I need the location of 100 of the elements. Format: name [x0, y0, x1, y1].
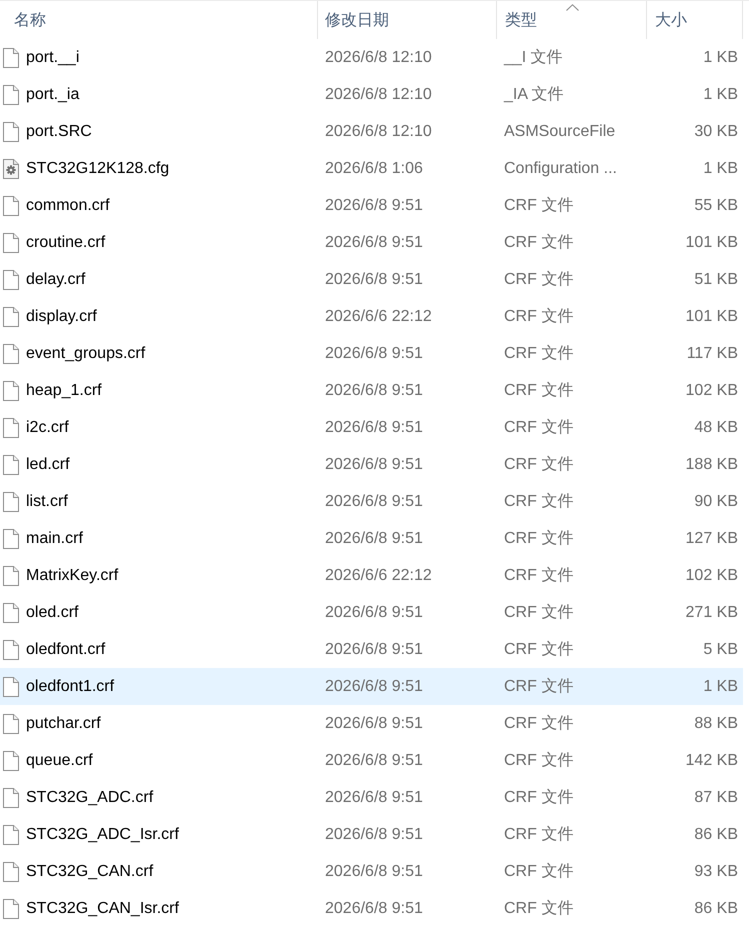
file-size: 102 KB: [686, 382, 739, 400]
modified-date: 2026/6/8 9:51: [324, 900, 423, 918]
file-name: main.crf: [26, 530, 83, 548]
file-size: 88 KB: [694, 714, 739, 732]
file-type: CRF 文件: [503, 714, 574, 734]
modified-date: 2026/6/8 9:51: [324, 640, 423, 658]
file-icon: [3, 788, 19, 808]
file-name: STC32G_ADC_Isr.crf: [26, 826, 179, 844]
modified-date: 2026/6/8 9:51: [324, 752, 423, 770]
modified-date: 2026/6/8 12:10: [324, 122, 432, 140]
modified-date: 2026/6/8 9:51: [324, 344, 423, 362]
file-type: CRF 文件: [503, 344, 574, 364]
file-type: __I 文件: [502, 48, 563, 68]
file-icon: [3, 750, 19, 770]
file-size: 1 KB: [703, 48, 739, 66]
file-row[interactable]: oledfont1.crf 2026/6/8 9:51 CRF 文件 1 KB: [0, 668, 743, 705]
file-type: _IA 文件: [502, 84, 564, 105]
column-header[interactable]: 大小: [647, 1, 743, 39]
file-type: CRF 文件: [503, 306, 574, 327]
file-name: i2c.crf: [26, 418, 69, 436]
file-name: heap_1.crf: [26, 382, 102, 400]
file-row[interactable]: STC32G_CAN.crf 2026/6/8 9:51 CRF 文件 93 KB: [0, 853, 743, 890]
file-icon: [3, 640, 19, 660]
file-name: queue.crf: [26, 752, 93, 770]
modified-date: 2026/6/8 9:51: [324, 196, 423, 214]
modified-date: 2026/6/8 9:51: [324, 418, 423, 436]
modified-date: 2026/6/6 22:12: [324, 308, 432, 326]
file-name: delay.crf: [26, 270, 86, 288]
file-row[interactable]: MatrixKey.crf 2026/6/6 22:12 CRF 文件 102 KB: [0, 557, 743, 594]
file-size: 90 KB: [694, 492, 739, 510]
file-size: 101 KB: [686, 234, 739, 252]
file-row[interactable]: main.crf 2026/6/8 9:51 CRF 文件 127 KB: [0, 520, 743, 557]
file-icon: [3, 344, 19, 364]
file-icon: [3, 602, 19, 622]
file-row[interactable]: croutine.crf 2026/6/8 9:51 CRF 文件 101 KB: [0, 224, 743, 261]
file-row[interactable]: heap_1.crf 2026/6/8 9:51 CRF 文件 102 KB: [0, 372, 743, 409]
file-size: 271 KB: [686, 604, 739, 622]
file-size: 87 KB: [694, 788, 739, 806]
file-row[interactable]: oledfont.crf 2026/6/8 9:51 CRF 文件 5 KB: [0, 631, 743, 668]
modified-date: 2026/6/8 9:51: [324, 826, 423, 844]
file-type: CRF 文件: [503, 640, 574, 660]
file-type: CRF 文件: [503, 824, 574, 845]
column-header[interactable]: 名称: [0, 1, 318, 39]
file-name: oledfont.crf: [26, 640, 106, 658]
file-type: CRF 文件: [503, 232, 574, 253]
modified-date: 2026/6/8 9:51: [324, 492, 423, 510]
modified-date: 2026/6/8 9:51: [324, 382, 423, 400]
file-size: 101 KB: [686, 308, 739, 326]
modified-date: 2026/6/8 9:51: [324, 530, 423, 548]
file-size: 48 KB: [694, 418, 739, 436]
file-row[interactable]: led.crf 2026/6/8 9:51 CRF 文件 188 KB: [0, 446, 743, 483]
file-row[interactable]: queue.crf 2026/6/8 9:51 CRF 文件 142 KB: [0, 742, 743, 779]
file-icon: [3, 232, 19, 252]
modified-date: 2026/6/8 9:51: [324, 714, 423, 732]
file-row[interactable]: list.crf 2026/6/8 9:51 CRF 文件 90 KB: [0, 483, 743, 520]
file-row[interactable]: i2c.crf 2026/6/8 9:51 CRF 文件 48 KB: [0, 409, 743, 446]
file-name: croutine.crf: [26, 234, 106, 252]
file-icon: [3, 492, 19, 512]
modified-date: 2026/6/8 9:51: [324, 604, 423, 622]
file-row[interactable]: delay.crf 2026/6/8 9:51 CRF 文件 51 KB: [0, 261, 743, 298]
file-size: 127 KB: [686, 530, 739, 548]
file-name: port._ia: [26, 86, 80, 104]
file-row[interactable]: STC32G_ADC_Isr.crf 2026/6/8 9:51 CRF 文件 86 KB: [0, 816, 743, 853]
modified-date: 2026/6/8 9:51: [324, 234, 423, 252]
modified-date: 2026/6/8 9:51: [324, 456, 423, 474]
file-name: port.__i: [26, 48, 80, 66]
file-size: 1 KB: [703, 678, 739, 696]
file-row[interactable]: event_groups.crf 2026/6/8 9:51 CRF 文件 117 KB: [0, 335, 743, 372]
file-row[interactable]: port._ia 2026/6/8 12:10 _IA 文件 1 KB: [0, 76, 743, 113]
file-row[interactable]: putchar.crf 2026/6/8 9:51 CRF 文件 88 KB: [0, 705, 743, 742]
file-size: 102 KB: [686, 566, 739, 584]
file-type: CRF 文件: [503, 750, 574, 771]
settings-file-icon: [3, 158, 19, 178]
file-type: CRF 文件: [503, 418, 574, 438]
file-name: STC32G_CAN.crf: [26, 862, 154, 880]
file-size: 188 KB: [686, 456, 739, 474]
column-header[interactable]: 修改日期: [318, 1, 497, 39]
file-row[interactable]: oled.crf 2026/6/8 9:51 CRF 文件 271 KB: [0, 594, 743, 631]
file-row[interactable]: port.SRC 2026/6/8 12:10 ASMSourceFile 30 KB: [0, 113, 743, 150]
file-type: CRF 文件: [503, 862, 574, 882]
file-row[interactable]: display.crf 2026/6/6 22:12 CRF 文件 101 KB: [0, 298, 743, 335]
file-icon: [3, 418, 19, 438]
column-header[interactable]: 类型: [497, 1, 647, 39]
file-size: 1 KB: [703, 160, 739, 178]
file-type: CRF 文件: [503, 676, 574, 697]
file-size: 5 KB: [703, 640, 739, 658]
file-row[interactable]: common.crf 2026/6/8 9:51 CRF 文件 55 KB: [0, 187, 743, 224]
file-icon: [3, 48, 19, 68]
file-row[interactable]: STC32G_CAN_Isr.crf 2026/6/8 9:51 CRF 文件 86 KB: [0, 890, 743, 926]
file-icon: [3, 676, 19, 696]
file-name: MatrixKey.crf: [26, 566, 118, 584]
file-row[interactable]: STC32G12K128.cfg 2026/6/8 1:06 Configuration ... 1 KB: [0, 150, 743, 187]
file-icon: [3, 454, 19, 474]
file-icon: [3, 566, 19, 586]
file-row[interactable]: STC32G_ADC.crf 2026/6/8 9:51 CRF 文件 87 KB: [0, 779, 743, 816]
file-icon: [3, 862, 19, 882]
file-icon: [3, 306, 19, 326]
file-row[interactable]: port.__i 2026/6/8 12:10 __I 文件 1 KB: [0, 39, 743, 76]
file-size: 142 KB: [686, 752, 739, 770]
file-type: CRF 文件: [503, 566, 574, 586]
